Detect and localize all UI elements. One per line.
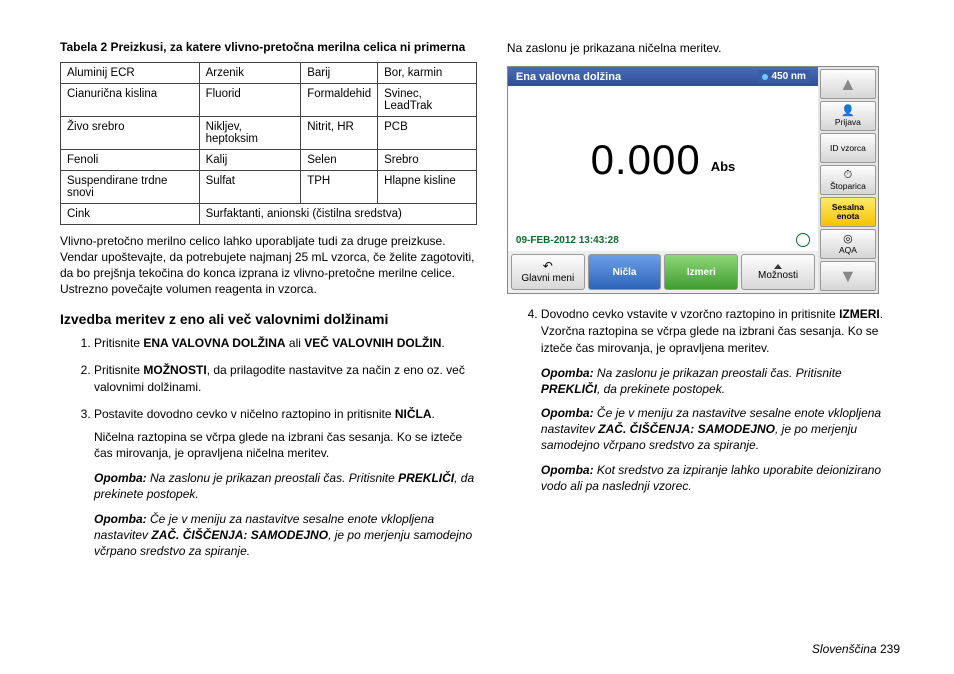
footer-language: Slovenščina (812, 642, 877, 656)
text: Dovodno cevko vstavite v vzorčno raztopi… (541, 307, 839, 321)
device-screenshot: Ena valovna dolžina 450 nm 0.000 Abs 09-… (507, 66, 904, 294)
button-label: Možnosti (758, 270, 798, 281)
reading-area: 0.000 Abs (508, 86, 818, 233)
button-label: Glavni meni (521, 273, 574, 284)
text: Postavite dovodno cevko v ničelno raztop… (94, 407, 395, 421)
options-button[interactable]: Možnosti (741, 254, 815, 290)
button-label: AQA (839, 246, 857, 255)
step-2: Pritisnite MOŽNOSTI, da prilagodite nast… (94, 362, 477, 396)
cell: Fenoli (61, 149, 200, 170)
scroll-up-button[interactable]: ▲ (820, 69, 876, 99)
wavelength-indicator-icon (762, 74, 768, 80)
step-3: Postavite dovodno cevko v ničelno raztop… (94, 406, 477, 559)
measure-button[interactable]: Izmeri (664, 254, 738, 290)
text-bold: PREKLIČI (398, 471, 454, 485)
timestamp: 09-FEB-2012 13:43:28 (516, 235, 619, 246)
step-subtext: Ničelna raztopina se včrpa glede na izbr… (94, 429, 477, 463)
cell: Cink (61, 203, 200, 224)
footer-page-number: 239 (880, 642, 900, 656)
recycle-icon (796, 233, 810, 247)
main-menu-button[interactable]: ↶Glavni meni (511, 254, 585, 290)
cell: Svinec, LeadTrak (378, 83, 477, 116)
text-bold: PREKLIČI (541, 382, 597, 396)
login-button[interactable]: 👤Prijava (820, 101, 876, 131)
text: , da prekinete postopek. (597, 382, 725, 396)
cell: Barij (301, 62, 378, 83)
text: Pritisnite (94, 336, 143, 350)
text: ali (286, 336, 305, 350)
screen-titlebar: Ena valovna dolžina 450 nm (508, 67, 818, 86)
cell: Živo srebro (61, 116, 200, 149)
cell: Srebro (378, 149, 477, 170)
cell: Formaldehid (301, 83, 378, 116)
text-bold: MOŽNOSTI (143, 363, 206, 377)
wavelength-badge[interactable]: 450 nm (758, 70, 809, 83)
note: Opomba: Če je v meniju za nastavitve ses… (94, 511, 477, 560)
text: Pritisnite (94, 363, 143, 377)
note-label: Opomba: (94, 471, 147, 485)
step-1: Pritisnite ENA VALOVNA DOLŽINA ali VEČ V… (94, 335, 477, 352)
page-footer: Slovenščina 239 (812, 642, 900, 656)
cell: Hlapne kisline (378, 170, 477, 203)
button-label: Prijava (835, 118, 861, 127)
cell: Nitrit, HR (301, 116, 378, 149)
scroll-down-button[interactable]: ▼ (820, 261, 876, 291)
sipper-button[interactable]: Sesalna enota (820, 197, 876, 227)
note-label: Opomba: (94, 512, 147, 526)
button-label: Štoparica (830, 182, 866, 191)
text-bold: NIČLA (395, 407, 432, 421)
back-arrow-icon: ↶ (543, 260, 553, 273)
cell: TPH (301, 170, 378, 203)
paragraph: Vlivno-pretočno merilno celico lahko upo… (60, 233, 477, 298)
paragraph: Na zaslonu je prikazana ničelna meritev. (507, 40, 904, 56)
table-caption: Tabela 2 Preizkusi, za katere vlivno-pre… (60, 40, 477, 56)
aqa-button[interactable]: ◎AQA (820, 229, 876, 259)
cell: Aluminij ECR (61, 62, 200, 83)
note-label: Opomba: (541, 366, 594, 380)
cell: Sulfat (199, 170, 301, 203)
cell: Arzenik (199, 62, 301, 83)
wavelength-value: 450 nm (771, 71, 805, 82)
step-4: Dovodno cevko vstavite v vzorčno raztopi… (541, 306, 904, 494)
tests-table: Aluminij ECR Arzenik Barij Bor, karmin C… (60, 62, 477, 225)
screen-title: Ena valovna dolžina (516, 71, 621, 83)
note: Opomba: Če je v meniju za nastavitve ses… (541, 405, 904, 454)
step-subtext: Vzorčna raztopina se včrpa glede na izbr… (541, 323, 904, 357)
text: Na zaslonu je prikazan preostali čas. Pr… (594, 366, 842, 380)
cell: PCB (378, 116, 477, 149)
note: Opomba: Kot sredstvo za izpiranje lahko … (541, 462, 904, 494)
note: Opomba: Na zaslonu je prikazan preostali… (541, 365, 904, 397)
text: . (441, 336, 444, 350)
section-heading: Izvedba meritev z eno ali več valovnimi … (60, 311, 477, 327)
note-label: Opomba: (541, 406, 594, 420)
aqa-icon: ◎ (843, 234, 853, 245)
text-bold: ZAČ. ČIŠČENJA: SAMODEJNO (151, 528, 328, 542)
text-bold: ZAČ. ČIŠČENJA: SAMODEJNO (598, 422, 775, 436)
text-bold: ENA VALOVNA DOLŽINA (143, 336, 285, 350)
reading-unit: Abs (711, 159, 736, 174)
login-icon: 👤 (841, 106, 855, 117)
cell: Fluorid (199, 83, 301, 116)
cell: Nikljev, heptoksim (199, 116, 301, 149)
reading-value: 0.000 (591, 136, 701, 184)
timer-button[interactable]: ⏱Štoparica (820, 165, 876, 195)
note: Opomba: Na zaslonu je prikazan preostali… (94, 470, 477, 502)
text: . (432, 407, 435, 421)
stopwatch-icon: ⏱ (844, 170, 853, 181)
cell: Cianurična kislina (61, 83, 200, 116)
chevron-up-icon (774, 264, 782, 269)
cell: Surfaktanti, anionski (čistilna sredstva… (199, 203, 476, 224)
cell: Kalij (199, 149, 301, 170)
text-bold: IZMERI (839, 307, 880, 321)
text: . (880, 307, 883, 321)
cell: Selen (301, 149, 378, 170)
sample-id-button[interactable]: ID vzorca (820, 133, 876, 163)
button-label: ID vzorca (830, 144, 866, 153)
note-label: Opomba: (541, 463, 594, 477)
cell: Bor, karmin (378, 62, 477, 83)
text-bold: VEČ VALOVNIH DOLŽIN (304, 336, 441, 350)
zero-button[interactable]: Ničla (588, 254, 662, 290)
cell: Suspendirane trdne snovi (61, 170, 200, 203)
text: Na zaslonu je prikazan preostali čas. Pr… (147, 471, 398, 485)
